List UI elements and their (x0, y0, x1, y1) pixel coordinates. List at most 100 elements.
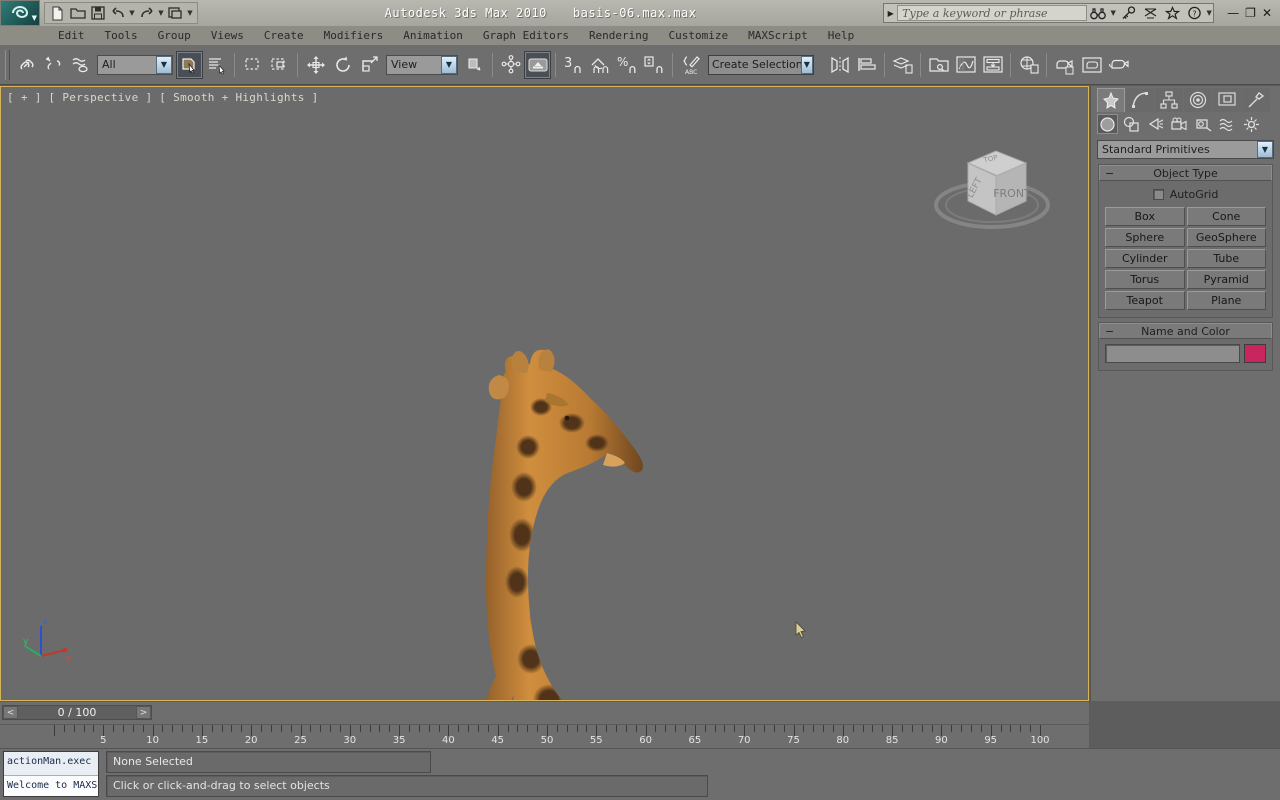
space-warp-wave-icon[interactable] (1217, 114, 1238, 134)
menu-item-animation[interactable]: Animation (393, 29, 473, 42)
move-arrows-icon[interactable] (302, 51, 329, 79)
timeline-ruler[interactable]: 5 10 15 20 25 30 35 40 45 50 55 60 65 70 75 80 85 90 95 100 (0, 724, 1089, 748)
menu-item-graph-editors[interactable]: Graph Editors (473, 29, 579, 42)
search-input[interactable]: Type a keyword or phrase (897, 5, 1088, 21)
qat-customize-caret-icon[interactable]: ▼ (186, 9, 194, 17)
snap-3-icon[interactable]: 3 (560, 51, 587, 79)
render-setup-icon[interactable] (1051, 51, 1078, 79)
collapse-minus-icon[interactable]: − (1105, 167, 1114, 180)
plane-button[interactable]: Plane (1186, 291, 1266, 310)
project-folder-icon[interactable] (166, 4, 185, 22)
tab-motion[interactable] (1184, 88, 1212, 112)
selection-filter-combo[interactable]: All ▼ (97, 54, 173, 75)
max-logo-icon[interactable]: ▼ (0, 0, 40, 26)
minimize-button[interactable]: — (1227, 6, 1239, 20)
collapse-minus-icon-2[interactable]: − (1105, 325, 1114, 338)
tape-helper-icon[interactable] (1193, 114, 1214, 134)
chevron-down-icon-3[interactable]: ▼ (800, 55, 813, 74)
box-button[interactable]: Box (1105, 207, 1185, 226)
pyramid-button[interactable]: Pyramid (1186, 270, 1266, 289)
menu-item-create[interactable]: Create (254, 29, 314, 42)
sphere-button[interactable]: Sphere (1105, 228, 1185, 247)
menu-item-tools[interactable]: Tools (95, 29, 148, 42)
angle-snap-icon[interactable] (587, 51, 614, 79)
tab-create[interactable] (1097, 88, 1125, 112)
binoculars-icon[interactable] (1087, 3, 1109, 23)
render-frame-icon[interactable] (1078, 51, 1105, 79)
material-editor-icon[interactable] (1015, 51, 1042, 79)
primitive-category-combo[interactable]: Standard Primitives ▼ (1097, 140, 1274, 159)
window-crossing-icon[interactable] (266, 51, 293, 79)
prev-frame-arrow[interactable]: < (3, 706, 18, 719)
chevron-down-icon-2[interactable]: ▼ (441, 55, 457, 74)
rectangle-marquee-icon[interactable] (239, 51, 266, 79)
rotate-arrow-icon[interactable] (329, 51, 356, 79)
tab-utilities[interactable] (1242, 88, 1270, 112)
cone-button[interactable]: Cone (1186, 207, 1266, 226)
undo-arrow-icon[interactable] (108, 4, 127, 22)
select-arrow-icon[interactable] (176, 50, 203, 79)
question-icon[interactable]: ? (1183, 3, 1205, 23)
tab-display[interactable] (1213, 88, 1241, 112)
view-cube[interactable]: TOP LEFT FRONT (928, 127, 1058, 247)
spinner-snap-icon[interactable] (641, 51, 668, 79)
menu-item-rendering[interactable]: Rendering (579, 29, 659, 42)
close-button[interactable]: ✕ (1262, 6, 1272, 20)
menu-item-modifiers[interactable]: Modifiers (314, 29, 394, 42)
menu-item-maxscript[interactable]: MAXScript (738, 29, 818, 42)
tab-hierarchy[interactable] (1155, 88, 1183, 112)
tab-modify[interactable] (1126, 88, 1154, 112)
light-icon[interactable] (1145, 114, 1166, 134)
redo-arrow-icon[interactable] (137, 4, 156, 22)
name-and-color-header[interactable]: − Name and Color (1099, 323, 1272, 339)
layers-icon[interactable] (889, 51, 916, 79)
camera-icon[interactable] (1169, 114, 1190, 134)
reference-coordinate-combo[interactable]: View ▼ (386, 54, 458, 75)
pivot-center-icon[interactable] (461, 51, 488, 79)
toolbar-grip[interactable] (5, 49, 10, 80)
undo-dropdown-caret-icon[interactable]: ▼ (128, 9, 136, 17)
sphere-icon[interactable] (1097, 114, 1118, 134)
subscription-icon[interactable] (1139, 3, 1161, 23)
menu-item-edit[interactable]: Edit (48, 29, 95, 42)
align-icon[interactable] (853, 51, 880, 79)
tube-button[interactable]: Tube (1186, 249, 1266, 268)
snap-toggle-icon[interactable] (524, 50, 551, 79)
torus-button[interactable]: Torus (1105, 270, 1185, 289)
infocenter-expand-icon[interactable]: ▶ (884, 9, 897, 18)
help-dropdown-caret-icon[interactable]: ▼ (1205, 9, 1213, 17)
unlink-chain-icon[interactable] (40, 51, 67, 79)
frame-indicator[interactable]: < 0 / 100 > (2, 705, 152, 720)
open-folder-icon[interactable] (68, 4, 87, 22)
chevron-down-icon-4[interactable]: ▼ (1257, 141, 1273, 158)
maxscript-mini-listener[interactable]: actionMan.exec Welcome to MAXS (3, 751, 99, 797)
manipulate-icon[interactable] (497, 51, 524, 79)
link-chain-icon[interactable] (13, 51, 40, 79)
chevron-down-icon[interactable]: ▼ (156, 55, 172, 74)
floppy-save-icon[interactable] (88, 4, 107, 22)
render-teapot-icon[interactable] (1105, 51, 1132, 79)
menu-item-customize[interactable]: Customize (659, 29, 739, 42)
systems-gear-icon[interactable] (1241, 114, 1262, 134)
scene-explorer-icon[interactable] (925, 51, 952, 79)
percent-snap-icon[interactable]: % (614, 51, 641, 79)
object-color-swatch[interactable] (1244, 344, 1266, 363)
mirror-icon[interactable] (826, 51, 853, 79)
object-name-input[interactable] (1105, 344, 1240, 363)
schematic-view-icon[interactable] (979, 51, 1006, 79)
teapot-button[interactable]: Teapot (1105, 291, 1185, 310)
maximize-button[interactable]: ❐ (1245, 6, 1256, 20)
redo-dropdown-caret-icon[interactable]: ▼ (157, 9, 165, 17)
key-icon[interactable] (1117, 3, 1139, 23)
star-icon[interactable] (1161, 3, 1183, 23)
curve-editor-icon[interactable] (952, 51, 979, 79)
autogrid-checkbox[interactable] (1152, 189, 1164, 200)
object-type-header[interactable]: − Object Type (1099, 165, 1272, 181)
named-selection-set-field[interactable]: Create Selection Set ▼ (708, 54, 814, 75)
named-sets-icon[interactable]: ABC (677, 51, 704, 79)
menu-item-group[interactable]: Group (148, 29, 201, 42)
autogrid-row[interactable]: AutoGrid (1105, 186, 1266, 207)
cylinder-button[interactable]: Cylinder (1105, 249, 1185, 268)
scale-icon[interactable] (356, 51, 383, 79)
new-file-icon[interactable] (48, 4, 67, 22)
